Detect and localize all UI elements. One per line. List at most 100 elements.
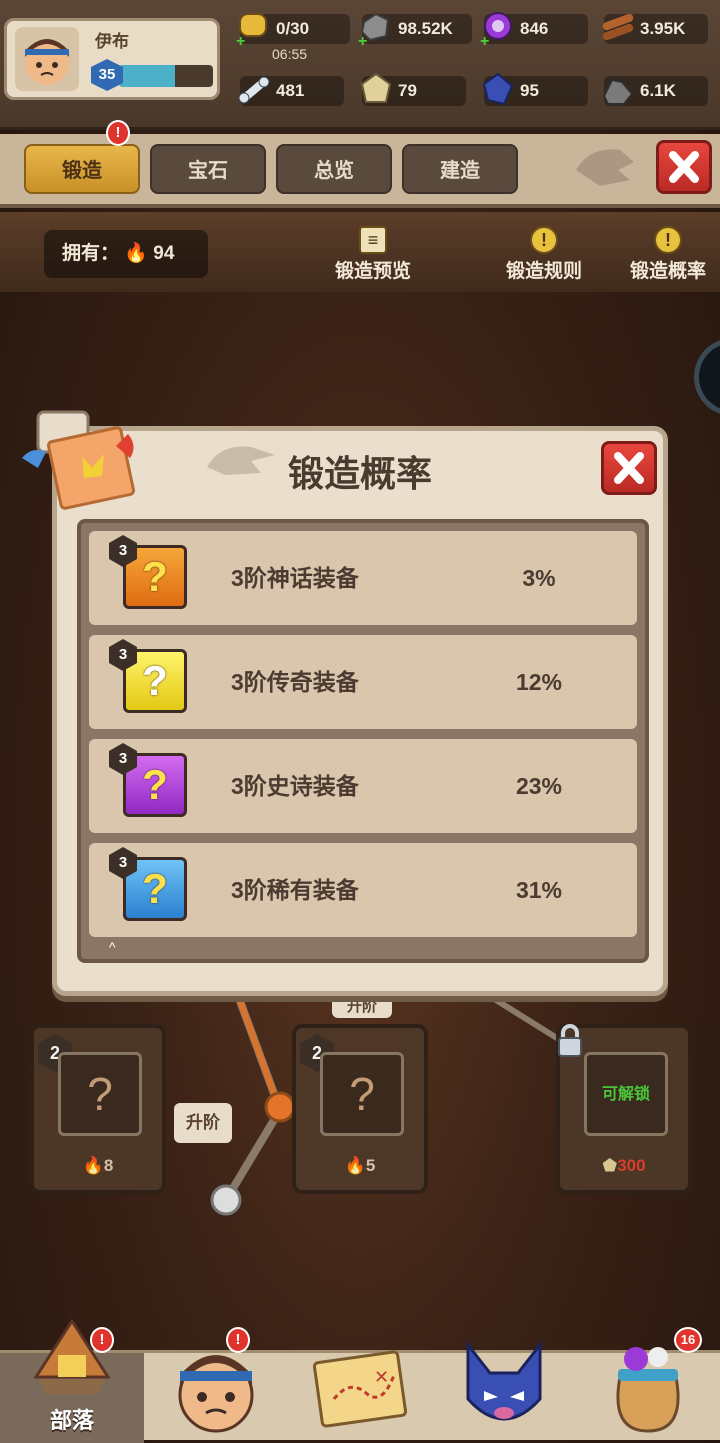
tab-gems[interactable]: 宝石 (150, 144, 266, 194)
bone-icon (238, 76, 270, 104)
player-profile[interactable]: 伊布 35 (4, 18, 220, 100)
flame-icon: 🔥 (344, 1156, 366, 1175)
nav-tribe-alert-badge: ! (90, 1327, 114, 1353)
bone-counter[interactable]: 481 (238, 76, 344, 106)
dialog-title: 锻造概率 (287, 453, 432, 494)
info-exclamation-icon: ! (530, 226, 558, 254)
probability-row-mythic: ? 3 3阶神话装备 3% (89, 531, 637, 625)
flame-icon: 🔥 (124, 243, 148, 264)
close-forge-button[interactable] (656, 140, 712, 194)
amber-stone-icon (360, 72, 392, 103)
treasure-map-icon: ✕ (312, 1350, 408, 1428)
info-exclamation-icon: ! (654, 226, 682, 254)
top-status-bar: 伊布 35 + 0/30 06:55 + 98.52K + 846 3.95K … (0, 0, 720, 130)
svg-text:+: + (236, 33, 245, 48)
unlock-slot: 可解锁 (584, 1052, 668, 1136)
forge-probability-label: 锻造概率 (629, 261, 706, 282)
forge-preview-link[interactable]: ≡ 锻造预览 (330, 226, 416, 283)
forge-rules-link[interactable]: ! 锻造规则 (500, 226, 588, 283)
wolf-pet-icon (466, 1340, 542, 1421)
ore-value: 6.1K (640, 81, 676, 100)
nav-map[interactable]: ✕ (288, 1350, 432, 1443)
xp-bar-fill (119, 65, 176, 87)
close-icon (614, 452, 644, 484)
equipment-name: 3阶神话装备 (231, 565, 359, 591)
forge-probability-link[interactable]: ! 锻造概率 (622, 226, 714, 283)
probability-list: ? 3 3阶神话装备 3% ? 3 3阶传奇装备 12% ? 3 3阶史诗装备 … (77, 519, 649, 963)
owned-flame-counter: 拥有： 🔥 94 (44, 230, 208, 278)
energy-counter[interactable]: + 0/30 (236, 13, 350, 48)
probability-row-rare: ? 3 3阶稀有装备 31% (89, 843, 637, 937)
sapphire-icon (482, 72, 514, 106)
probability-value: 12% (515, 669, 563, 695)
sapphire-counter[interactable]: 95 (482, 72, 588, 106)
stone-icon: + (358, 12, 390, 48)
player-avatar (15, 27, 79, 91)
tab-forge-alert-badge: ! (106, 120, 130, 146)
svg-text:+: + (480, 33, 489, 48)
scroll-icon: ≡ (359, 226, 387, 254)
bone-value: 481 (276, 81, 305, 100)
nav-tribe-label: 部落 (49, 1408, 94, 1433)
node-cost: 300 (617, 1156, 646, 1175)
forge-node-left[interactable]: 2 ? 🔥8 (30, 1024, 166, 1194)
nav-bag[interactable] (576, 1347, 720, 1443)
tab-forge[interactable]: 锻造 (24, 144, 140, 194)
mystery-armor-icon: ? (58, 1052, 142, 1136)
purple-gem-counter[interactable]: + 846 (480, 12, 588, 48)
sapphire-value: 95 (520, 81, 539, 100)
player-name: 伊布 (95, 32, 129, 51)
probability-row-legendary: ? 3 3阶传奇装备 12% (89, 635, 637, 729)
forge-tab-bar: 锻造 ! 宝石 总览 建造 (0, 120, 720, 208)
stone-icon: ⬟ (602, 1156, 618, 1175)
node-cost: 5 (365, 1156, 376, 1175)
nav-hero[interactable] (144, 1353, 288, 1443)
ore-icon (602, 78, 634, 105)
hero-face-icon (178, 1355, 254, 1433)
energy-meat-icon: + (236, 13, 267, 48)
equipment-name: 3阶传奇装备 (231, 669, 359, 695)
upgrade-tier-button[interactable]: 升阶 (174, 1103, 232, 1143)
probability-row-epic: ? 3 3阶史诗装备 23% (89, 739, 637, 833)
equipment-name: 3阶史诗装备 (231, 773, 359, 799)
level-badge: 35 (91, 59, 123, 91)
forge-probability-dialog: 锻造概率 ? 3 3阶神话装备 3% ? 3 3阶传奇装备 12% ? 3 3阶… (52, 426, 668, 996)
purple-gem-icon: + (480, 12, 512, 48)
probability-value: 31% (515, 877, 563, 903)
wood-counter[interactable]: 3.95K (602, 13, 708, 44)
energy-timer: 06:55 (272, 46, 308, 62)
flame-icon: 🔥 (82, 1156, 104, 1175)
forge-info-row: 拥有： 🔥 94 ≡ 锻造预览 ! 锻造规则 ! 锻造概率 (0, 212, 720, 292)
scroll-emblem-icon (22, 410, 136, 510)
loot-bag-icon (616, 1347, 680, 1433)
nav-pet[interactable] (432, 1340, 576, 1443)
wood-icon (602, 13, 634, 41)
ore-counter[interactable]: 6.1K (602, 76, 708, 106)
forge-preview-label: 锻造预览 (334, 261, 411, 282)
svg-text:+: + (358, 33, 367, 48)
owned-label: 拥有： (62, 243, 120, 264)
nav-bag-count-badge: 16 (674, 1327, 702, 1353)
stone-counter[interactable]: + 98.52K (358, 12, 472, 48)
tab-overview[interactable]: 总览 (276, 144, 392, 194)
svg-text:✕: ✕ (374, 1367, 389, 1387)
forge-node-middle[interactable]: 2 ? 🔥5 (292, 1024, 428, 1194)
upgrade-tier-button[interactable]: 升阶 (332, 996, 392, 1018)
probability-value: 23% (515, 773, 563, 799)
tab-build[interactable]: 建造 (402, 144, 518, 194)
lock-icon (558, 1024, 582, 1057)
amber-value: 79 (398, 81, 417, 100)
amber-counter[interactable]: 79 (360, 72, 466, 106)
owned-value: 94 (153, 243, 175, 264)
nav-tribe[interactable]: 部落 (0, 1319, 144, 1443)
forge-rules-label: 锻造规则 (505, 261, 582, 282)
scroll-more-chevron-icon[interactable]: ^ (109, 939, 139, 955)
node-cost: 8 (103, 1156, 114, 1175)
mystery-item-icon: ? (320, 1052, 404, 1136)
close-icon (669, 151, 699, 183)
side-ring-decoration (694, 338, 720, 416)
dino-skull-decoration-icon (576, 149, 634, 186)
wood-value: 3.95K (640, 19, 686, 38)
bone-decoration-icon (207, 446, 275, 475)
close-dialog-button[interactable] (601, 441, 657, 495)
